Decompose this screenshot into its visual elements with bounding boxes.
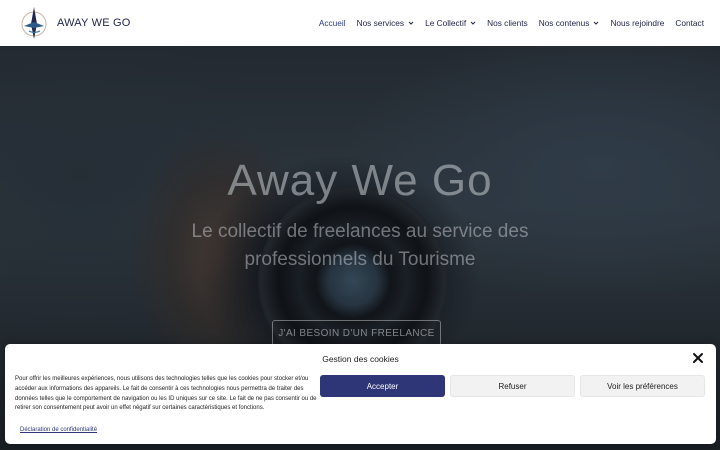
- accept-button[interactable]: Accepter: [320, 375, 445, 397]
- nav-item-nos-clients[interactable]: Nos clients: [487, 18, 528, 28]
- nav-item-contact[interactable]: Contact: [675, 18, 704, 28]
- refuse-button[interactable]: Refuser: [450, 375, 575, 397]
- logo-text: AWAY WE GO: [57, 17, 131, 29]
- nav-label: Nos contenus: [538, 18, 590, 28]
- cookie-description: Pour offrir les meilleures expériences, …: [15, 376, 317, 412]
- nav-item-nous-rejoindre[interactable]: Nous rejoindre: [610, 18, 664, 28]
- nav-label: Le Collectif: [425, 18, 467, 28]
- chevron-down-icon: [408, 21, 414, 25]
- nav-label: Nos services: [356, 18, 405, 28]
- nav-item-accueil[interactable]: Accueil: [319, 18, 346, 28]
- nav-item-nos-services[interactable]: Nos services: [357, 18, 415, 28]
- freelance-cta-button[interactable]: J'AI BESOIN D'UN FREELANCE: [272, 320, 441, 346]
- cookie-title: Gestion des cookies: [322, 354, 399, 364]
- hero-title: Away We Go: [227, 156, 493, 205]
- cookie-banner: Gestion des cookies Pour offrir les meil…: [5, 344, 716, 444]
- chevron-down-icon: [470, 21, 476, 25]
- hero-subtitle: Le collectif de freelances au service de…: [191, 221, 529, 270]
- close-icon[interactable]: [692, 352, 704, 364]
- nav-label: Accueil: [318, 18, 346, 28]
- nav-label: Contact: [675, 18, 704, 28]
- nav-label: Nous rejoindre: [610, 18, 665, 28]
- preferences-button[interactable]: Voir les préférences: [580, 375, 705, 397]
- logo[interactable]: AWAY WE GO: [20, 5, 131, 41]
- privacy-policy-link[interactable]: Déclaration de confidentialité: [20, 427, 97, 433]
- logo-compass-icon: [21, 7, 47, 39]
- site-header: AWAY WE GO Accueil Nos services Le Colle…: [0, 0, 720, 46]
- chevron-down-icon: [594, 21, 599, 25]
- nav-label: Nos clients: [487, 18, 528, 28]
- main-nav: Accueil Nos services Le Collectif Nos cl…: [308, 0, 704, 46]
- nav-item-nos-contenus[interactable]: Nos contenus: [539, 18, 600, 28]
- nav-item-le-collectif[interactable]: Le Collectif: [425, 18, 476, 28]
